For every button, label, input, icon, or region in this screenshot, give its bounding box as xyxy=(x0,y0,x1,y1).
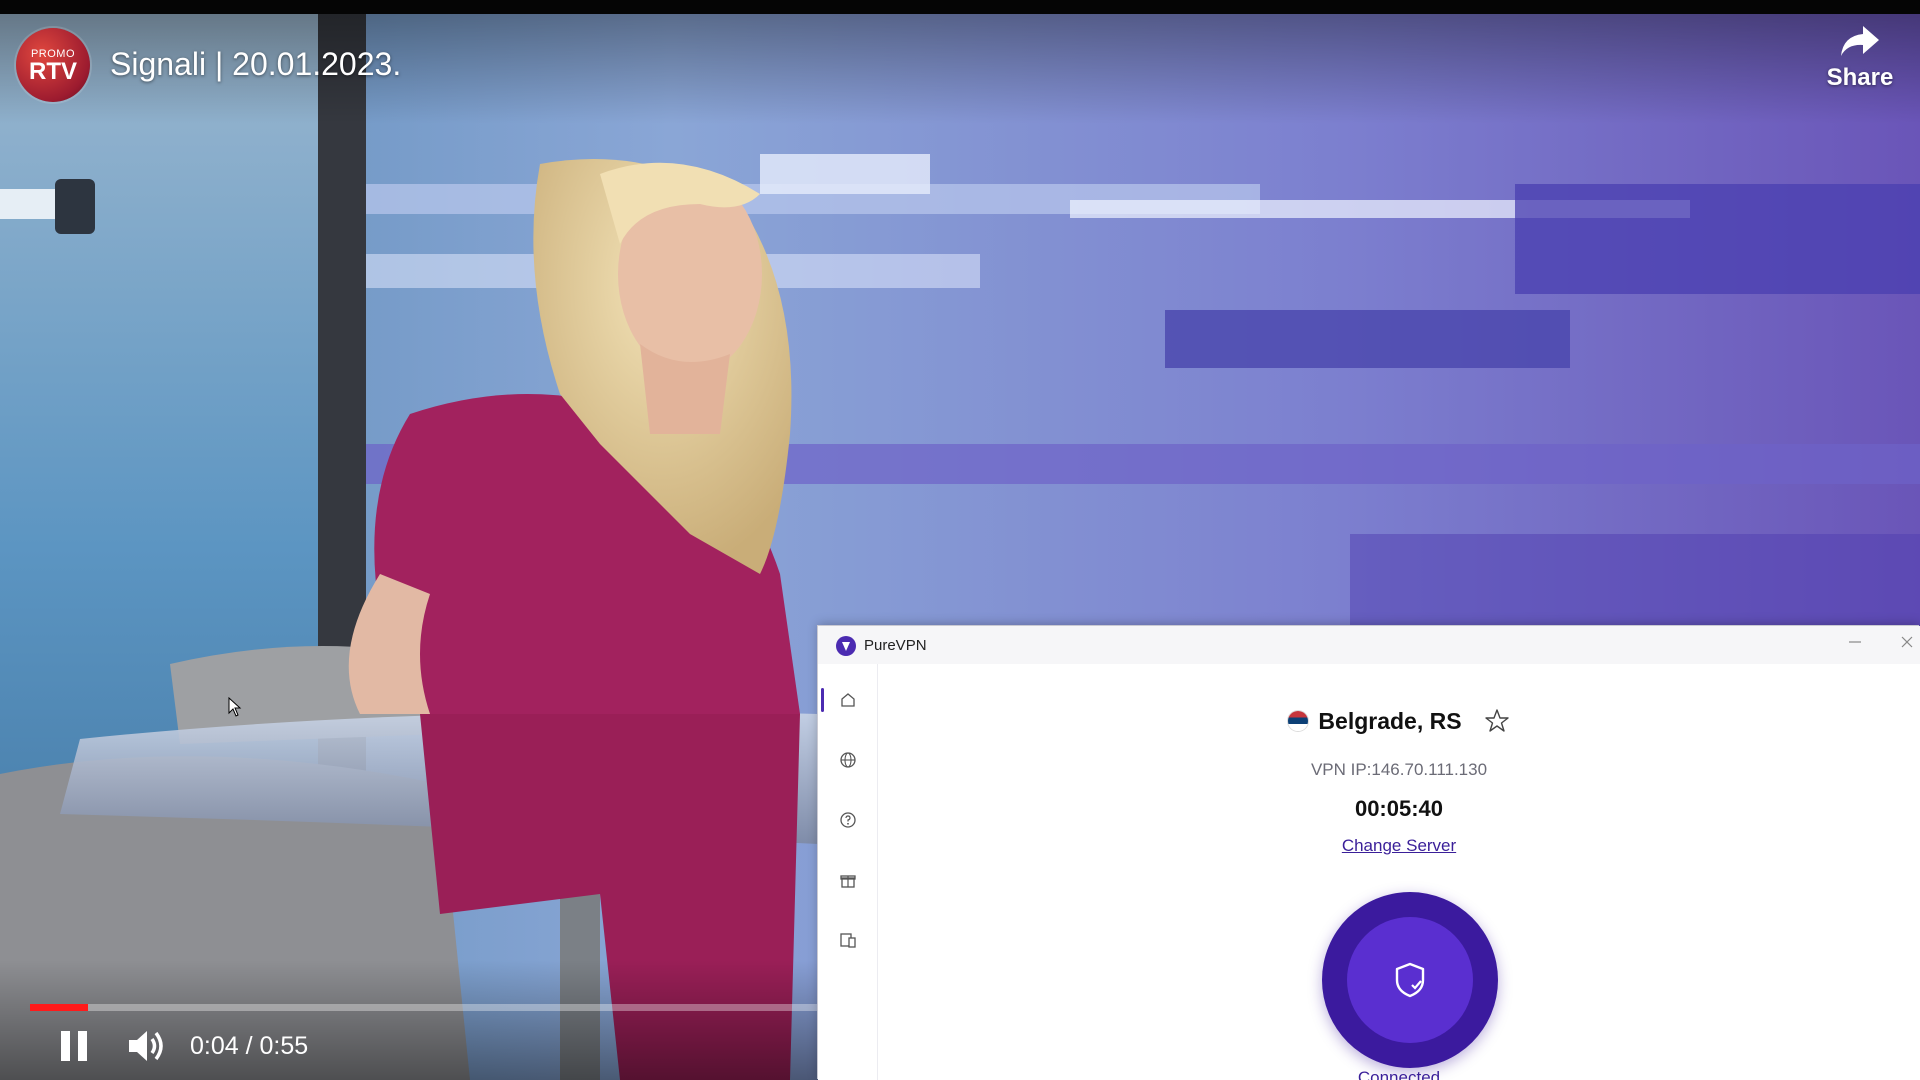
change-server-row: Change Server xyxy=(878,836,1920,856)
vpn-titlebar[interactable]: PureVPN xyxy=(818,626,1920,664)
change-server-link[interactable]: Change Server xyxy=(1342,836,1456,855)
serbia-flag-icon xyxy=(1288,711,1309,731)
share-label: Share xyxy=(1826,64,1894,91)
current-location: Belgrade, RS xyxy=(878,704,1920,738)
location-name: Belgrade, RS xyxy=(1318,707,1462,734)
volume-icon xyxy=(129,1031,163,1061)
vpn-app-name: PureVPN xyxy=(864,637,927,654)
sidebar-item-locations[interactable] xyxy=(818,738,878,782)
sidebar-item-devices[interactable] xyxy=(818,918,878,962)
progress-bar[interactable] xyxy=(30,1004,820,1011)
favorite-star-icon[interactable] xyxy=(1484,708,1510,734)
minimize-button[interactable] xyxy=(1840,632,1870,656)
mouse-cursor-icon xyxy=(228,697,242,717)
video-title[interactable]: Signali | 20.01.2023. xyxy=(110,46,401,83)
sidebar-item-rewards[interactable] xyxy=(818,858,878,902)
vpn-main-panel: Belgrade, RS VPN IP:146.70.111.130 00:05… xyxy=(878,664,1920,1080)
progress-bar-played xyxy=(30,1004,88,1011)
channel-logo-text: RTV xyxy=(29,57,77,85)
purevpn-window[interactable]: PureVPN Belgrade, RS VPN IP:146.70.111.1… xyxy=(818,626,1920,1080)
pause-button[interactable] xyxy=(56,1028,92,1064)
share-icon xyxy=(1841,26,1879,56)
channel-logo[interactable]: PROMO RTV xyxy=(16,28,90,102)
player-top-edge xyxy=(0,0,1920,14)
sidebar-item-help[interactable] xyxy=(818,798,878,842)
shield-check-icon xyxy=(1395,962,1425,998)
close-button[interactable] xyxy=(1900,632,1920,656)
gift-icon xyxy=(840,875,856,888)
home-icon xyxy=(841,693,855,707)
sidebar-item-home[interactable] xyxy=(818,678,878,722)
devices-icon xyxy=(840,933,856,948)
connect-toggle-button[interactable] xyxy=(1322,892,1498,1068)
connect-button-inner xyxy=(1347,917,1473,1043)
pause-icon xyxy=(61,1031,70,1061)
connection-status: Connected xyxy=(1357,1068,1441,1080)
help-icon xyxy=(840,812,856,828)
globe-icon xyxy=(840,752,856,768)
close-icon xyxy=(1901,636,1913,648)
minimize-icon xyxy=(1849,641,1861,643)
time-display: 0:04 / 0:55 xyxy=(190,1032,309,1060)
session-timer: 00:05:40 xyxy=(1354,796,1444,821)
share-button[interactable]: Share xyxy=(1815,24,1905,110)
pause-icon-bar xyxy=(78,1031,87,1061)
volume-button[interactable] xyxy=(126,1026,168,1066)
purevpn-logo-icon xyxy=(836,636,856,656)
player-bottom-gradient xyxy=(0,960,820,1080)
vpn-sidebar xyxy=(818,664,878,1080)
vpn-ip-address: VPN IP:146.70.111.130 xyxy=(1310,760,1488,779)
